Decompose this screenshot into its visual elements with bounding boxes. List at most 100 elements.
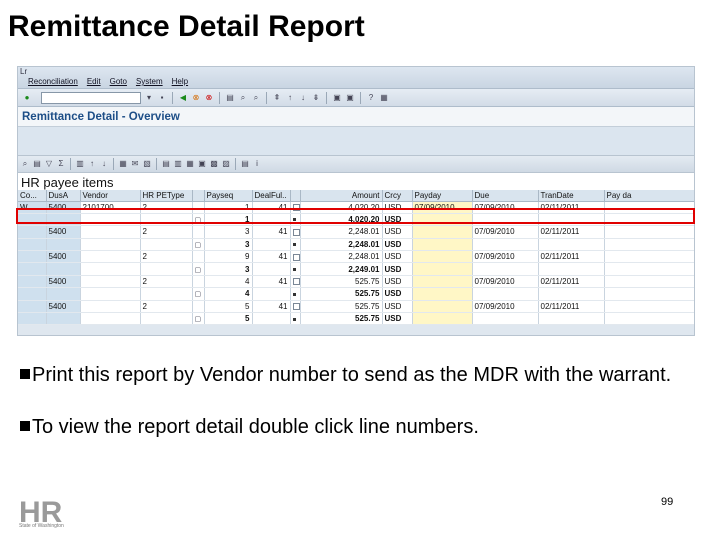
cell-f	[290, 300, 301, 314]
alv-toolbar: ⌕ ▤ ▽ Σ ▥ ↑ ↓ ▦ ✉ ▧ ▤ ▥ ▦ ▣ ▩ ▨ ▤ i	[18, 155, 694, 173]
col-header-trandate[interactable]: TranDate	[538, 190, 605, 202]
col-header-due[interactable]: Due	[472, 190, 539, 202]
cell-deal: 41	[252, 225, 291, 239]
save-layout-icon[interactable]: ▣	[197, 159, 207, 169]
checkbox[interactable]	[292, 204, 299, 212]
mail-icon[interactable]: ✉	[130, 159, 140, 169]
col-header-payseq[interactable]: Payseq	[204, 190, 253, 202]
col-header-dusa[interactable]: DusA	[46, 190, 81, 202]
table-total-row[interactable]: ▢ 3 2,249.01 USD	[18, 262, 694, 276]
layout-icon[interactable]: ▦	[379, 93, 389, 103]
cell-pd	[604, 300, 694, 314]
bullet-text: Print this report by Vendor number to se…	[32, 364, 672, 386]
exit-icon[interactable]: ⊗	[191, 93, 201, 103]
col-header-dealful[interactable]: DealFul..	[252, 190, 291, 202]
enter-icon[interactable]: ●	[22, 93, 32, 103]
menu-edit[interactable]: Edit	[87, 77, 101, 86]
cell-dusa: 5400	[46, 201, 81, 214]
document-icon[interactable]: ▢	[195, 315, 202, 323]
last-page-icon[interactable]: ⇟	[311, 93, 321, 103]
table-row[interactable]: 5400 2 9 41 2,248.01 USD 07/09/2010 02/11/2011	[18, 250, 694, 264]
col-header-petype[interactable]: HR PEType	[140, 190, 193, 202]
logo-subtitle: State of Washington	[19, 523, 64, 529]
graphic-icon[interactable]: ▧	[142, 159, 152, 169]
document-icon[interactable]: ▢	[195, 241, 202, 249]
sort-asc-icon[interactable]: ↑	[87, 159, 97, 169]
cell-vendor	[80, 262, 141, 276]
menu-reconciliation[interactable]: Reconciliation	[28, 77, 78, 86]
col-header-payday[interactable]: Payday	[412, 190, 473, 202]
table-body: W... 5400 2101700 2 1 41 4,020.20 USD 07/09/2010…	[18, 201, 694, 326]
col-header-crcy[interactable]: Crcy	[382, 190, 413, 202]
cell-tran: 02/11/2011	[538, 300, 605, 314]
col-header-amount[interactable]: Amount	[300, 190, 383, 202]
checkbox[interactable]	[292, 253, 299, 261]
print-icon[interactable]: ▤	[225, 93, 235, 103]
table-total-row[interactable]: ▢ 5 525.75 USD	[18, 312, 694, 326]
abc-analysis-icon[interactable]: ▤	[161, 159, 171, 169]
sum-icon[interactable]: Σ	[56, 159, 66, 169]
find-next-icon[interactable]: ⌕	[251, 93, 261, 103]
table-total-row[interactable]: ▢ 3 2,248.01 USD	[18, 238, 694, 252]
cell-pd	[604, 225, 694, 239]
save-icon[interactable]: ▪	[157, 93, 167, 103]
cell-payseq: 4	[204, 287, 253, 301]
word-icon[interactable]: ▨	[221, 159, 231, 169]
details-icon[interactable]: ⌕	[20, 159, 30, 169]
print-preview-icon[interactable]: ▤	[32, 159, 42, 169]
cell-tran: 02/11/2011	[538, 201, 605, 214]
menu-system[interactable]: System	[136, 77, 163, 86]
cell-payseq: 3	[204, 238, 253, 252]
table-row[interactable]: 5400 2 3 41 2,248.01 USD 07/09/2010 02/11/2011	[18, 225, 694, 239]
table-row[interactable]: W... 5400 2101700 2 1 41 4,020.20 USD 07/09/2010…	[18, 201, 694, 214]
bullet-square-icon	[20, 369, 30, 379]
cell-co	[18, 275, 47, 289]
cell-co	[18, 213, 47, 227]
spreadsheet-icon[interactable]: ▩	[209, 159, 219, 169]
cell-m: ▢	[192, 213, 205, 227]
menu-goto[interactable]: Goto	[110, 77, 127, 86]
table-row[interactable]: 5400 2 5 41 525.75 USD 07/09/2010 02/11/2011	[18, 300, 694, 314]
checkbox[interactable]	[292, 278, 299, 286]
table-row[interactable]: 5400 2 4 41 525.75 USD 07/09/2010 02/11/2011	[18, 275, 694, 289]
dropdown-icon[interactable]: ▾	[144, 93, 154, 103]
col-header-vendor[interactable]: Vendor	[80, 190, 141, 202]
local-file-icon[interactable]: ▤	[240, 159, 250, 169]
next-page-icon[interactable]: ↓	[298, 93, 308, 103]
export-icon[interactable]: ▦	[118, 159, 128, 169]
checkbox[interactable]	[292, 303, 299, 311]
cell-payday	[412, 225, 473, 239]
find-icon[interactable]: ⌕	[238, 93, 248, 103]
menu-items: Reconciliation Edit Goto System Help	[28, 77, 188, 86]
col-header-marker[interactable]	[192, 190, 205, 202]
help-icon[interactable]: ?	[366, 93, 376, 103]
col-header-co[interactable]: Co...	[18, 190, 47, 202]
previous-page-icon[interactable]: ↑	[285, 93, 295, 103]
command-field[interactable]	[41, 91, 141, 104]
sort-desc-icon[interactable]: ↓	[99, 159, 109, 169]
change-layout-icon[interactable]: ▥	[173, 159, 183, 169]
menu-help[interactable]: Help	[172, 77, 188, 86]
toolbar-separator	[70, 158, 71, 170]
document-icon[interactable]: ▢	[195, 290, 202, 298]
cell-due	[472, 312, 539, 326]
col-header-flag[interactable]	[290, 190, 301, 202]
back-icon[interactable]: ◀	[178, 93, 188, 103]
filter-icon[interactable]: ▽	[44, 159, 54, 169]
table-total-row[interactable]: ▢ 1 4,020.20 USD	[18, 213, 694, 227]
col-header-payda[interactable]: Pay da	[604, 190, 694, 202]
cell-payseq: 9	[204, 250, 253, 264]
first-page-icon[interactable]: ⇞	[272, 93, 282, 103]
select-layout-icon[interactable]: ▦	[185, 159, 195, 169]
new-session-icon[interactable]: ▣	[332, 93, 342, 103]
shortcut-icon[interactable]: ▣	[345, 93, 355, 103]
subtotal-icon[interactable]: ▥	[75, 159, 85, 169]
table-total-row[interactable]: ▢ 4 525.75 USD	[18, 287, 694, 301]
cell-tran: 02/11/2011	[538, 275, 605, 289]
document-icon[interactable]: ▢	[195, 266, 202, 274]
checkbox[interactable]	[292, 228, 299, 236]
document-icon[interactable]: ▢	[195, 216, 202, 224]
info-icon[interactable]: i	[252, 159, 262, 169]
cancel-icon[interactable]: ⊗	[204, 93, 214, 103]
cell-payseq: 1	[204, 213, 253, 227]
